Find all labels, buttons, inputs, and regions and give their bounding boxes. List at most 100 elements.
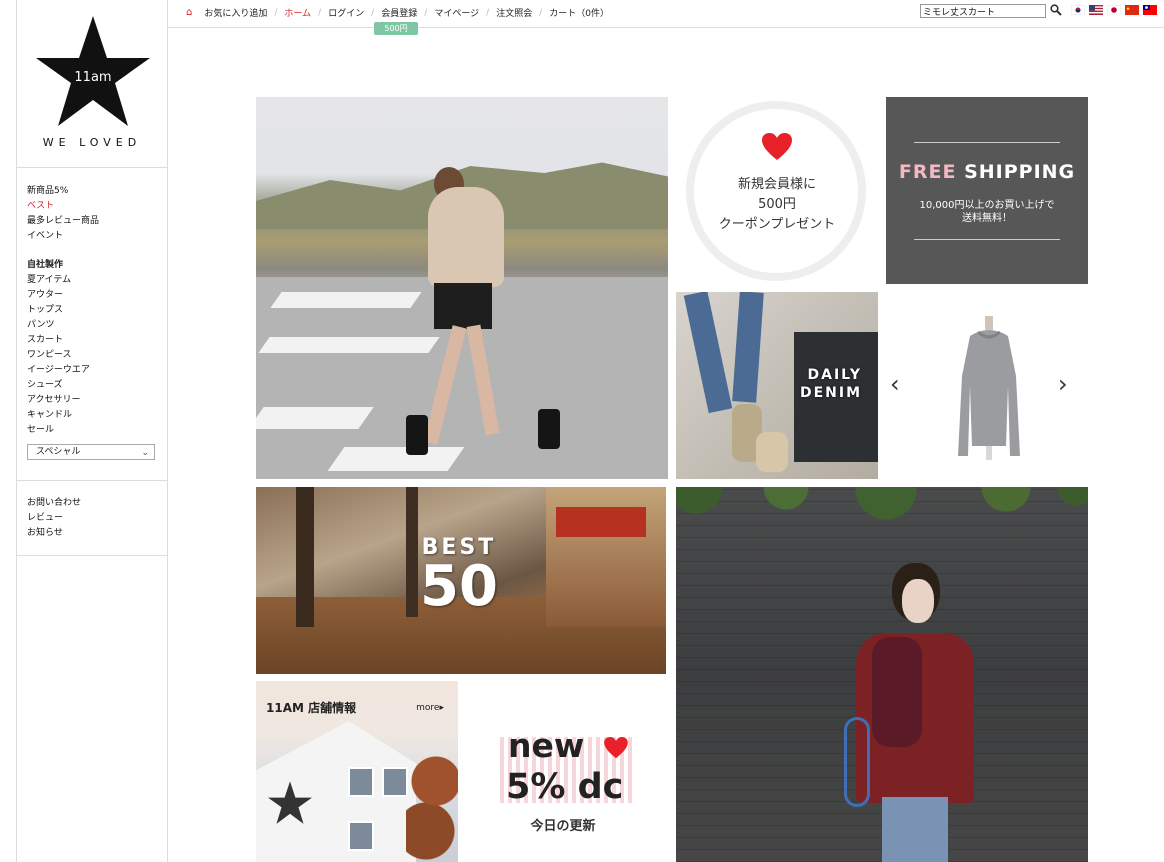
banner-free-shipping[interactable]: FREE SHIPPING 10,000円以上のお買い上げで 送料無料！ [886, 97, 1088, 284]
sidebar-item-best[interactable]: ベスト [27, 199, 167, 214]
model-jeans [882, 797, 948, 862]
logo[interactable]: 11am WE LOVED [17, 0, 167, 168]
shipping-subtitle: 10,000円以上のお買い上げで 送料無料！ [886, 199, 1088, 225]
crosswalk-stripe [258, 337, 440, 353]
new-subtitle: 今日の更新 [530, 819, 596, 834]
denim-text: DAILY DENIM [800, 366, 862, 402]
crosswalk-stripe [327, 447, 465, 471]
heart-icon [762, 133, 792, 160]
leaves [676, 487, 1088, 527]
separator: / [539, 7, 543, 18]
search-input[interactable] [920, 4, 1046, 18]
banner-daily-denim[interactable]: DAILY DENIM [676, 292, 878, 479]
star-logo-icon: 11am [36, 16, 150, 126]
model-skirt [434, 283, 492, 329]
model-sweater [428, 187, 504, 287]
sidebar-item-new[interactable]: 新商品5% [27, 184, 167, 199]
banner-model-photo[interactable] [676, 487, 1088, 862]
special-select[interactable]: スペシャル ⌄ [27, 444, 155, 460]
shoe [756, 432, 788, 472]
coupon-line2: 500円 [758, 197, 796, 212]
language-flags [1071, 5, 1157, 15]
shop-title: 11AM 店舗情報 [266, 701, 357, 715]
shop-more-label: more [416, 703, 440, 713]
sidebar-category-heading: 自社製作 [27, 260, 64, 270]
model-boot [406, 415, 428, 455]
star-sign-icon [268, 781, 312, 824]
denim-leg [683, 292, 733, 414]
login-link[interactable]: ログイン [328, 6, 364, 19]
sidebar-item-shoes[interactable]: シューズ [27, 378, 167, 393]
crosswalk-stripe [256, 407, 374, 429]
banner-best-50[interactable]: BEST 50 [256, 487, 666, 674]
denim-line2: DENIM [800, 385, 863, 401]
order-link[interactable]: 注文照会 [496, 6, 532, 19]
sidebar-item-review[interactable]: レビュー [27, 511, 167, 526]
sidebar-item-candle[interactable]: キャンドル [27, 408, 167, 423]
house-window [348, 767, 374, 797]
shipping-line2: 送料無料！ [962, 213, 1012, 224]
signup-badge: 500円 [374, 22, 418, 35]
home-link[interactable]: ホーム [284, 6, 311, 19]
knit-top-product[interactable] [950, 316, 1028, 461]
shipping-title: FREE SHIPPING [886, 161, 1088, 183]
sidebar-item-tops[interactable]: トップス [27, 303, 167, 318]
sidebar-item-outer[interactable]: アウター [27, 288, 167, 303]
banner-shop-info[interactable]: 11AM 店舗情報 more▸ [256, 681, 458, 862]
product-carousel: ‹ › [878, 292, 1088, 479]
korea-flag-icon[interactable] [1071, 5, 1085, 15]
home-icon[interactable]: ⌂ [186, 7, 192, 18]
coupon-line3: クーポンプレゼント [718, 217, 836, 232]
sidebar-item-contact[interactable]: お問い合わせ [27, 496, 167, 511]
shipping-title-rest: SHIPPING [964, 161, 1076, 183]
top-links: ⌂ お気に入り追加 / ホーム / ログイン / 会員登録 / マイページ / 注文照会 /… [186, 6, 609, 19]
sidebar-item-notice[interactable]: お知らせ [27, 526, 167, 541]
sidebar-item-reviews[interactable]: 最多レビュー商品 [27, 214, 167, 229]
coupon-text: 新規会員様に 500円 クーポンプレゼント [676, 175, 878, 235]
favorites-link[interactable]: お気に入り追加 [204, 6, 267, 19]
shipping-title-free: FREE [898, 161, 957, 183]
cart-link[interactable]: カート（0件） [549, 6, 609, 19]
japan-flag-icon[interactable] [1107, 5, 1121, 15]
model-boot [538, 409, 560, 449]
crosswalk-stripe [270, 292, 422, 308]
autumn-tree [406, 741, 458, 862]
sidebar-menu: 新商品5% ベスト 最多レビュー商品 イベント 自社製作 夏アイテム アウター … [17, 168, 167, 438]
tree-trunk [406, 487, 418, 617]
sidebar-item-accessory[interactable]: アクセサリー [27, 393, 167, 408]
best-line2: 50 [420, 554, 498, 619]
sidebar-item-easywear[interactable]: イージーウエア [27, 363, 167, 378]
denim-leg [732, 292, 764, 403]
search-icon[interactable] [1050, 4, 1062, 16]
triangle-right-icon: ▸ [439, 703, 444, 713]
banner-coupon[interactable]: 新規会員様に 500円 クーポンプレゼント [676, 97, 878, 284]
sidebar: 11am WE LOVED 新商品5% ベスト 最多レビュー商品 イベント 自社… [16, 0, 168, 862]
sidebar-item-onepiece[interactable]: ワンピース [27, 348, 167, 363]
denim-line1: DAILY [807, 367, 863, 383]
sidebar-item-skirt[interactable]: スカート [27, 333, 167, 348]
banner-main-photo[interactable] [256, 97, 668, 479]
house-window [382, 767, 408, 797]
sidebar-support-menu: お問い合わせ レビュー お知らせ [17, 481, 167, 556]
top-bar: ⌂ お気に入り追加 / ホーム / ログイン / 会員登録 / マイページ / 注文照会 /… [168, 0, 1164, 35]
divider-line [914, 239, 1060, 240]
usa-flag-icon[interactable] [1089, 5, 1103, 15]
coupon-line1: 新規会員様に [737, 177, 816, 192]
sidebar-item-sale[interactable]: セール [27, 423, 167, 438]
logo-tagline: WE LOVED [42, 136, 142, 149]
sidebar-item-summer[interactable]: 夏アイテム [27, 273, 167, 288]
heart-icon [604, 737, 628, 759]
chevron-left-icon[interactable]: ‹ [890, 370, 900, 398]
taiwan-flag-icon[interactable] [1143, 5, 1157, 15]
sidebar-item-event[interactable]: イベント [27, 229, 167, 244]
banner-new-5dc[interactable]: new 5% dc 今日の更新 [458, 681, 668, 862]
chevron-right-icon[interactable]: › [1058, 370, 1068, 398]
house-window [348, 821, 374, 851]
china-flag-icon[interactable] [1125, 5, 1139, 15]
shipping-line1: 10,000円以上のお買い上げで [919, 200, 1055, 211]
mypage-link[interactable]: マイページ [434, 6, 479, 19]
sidebar-item-pants[interactable]: パンツ [27, 318, 167, 333]
signup-link[interactable]: 会員登録 [381, 6, 417, 19]
shop-more-link[interactable]: more▸ [416, 703, 444, 713]
separator: / [318, 7, 322, 18]
